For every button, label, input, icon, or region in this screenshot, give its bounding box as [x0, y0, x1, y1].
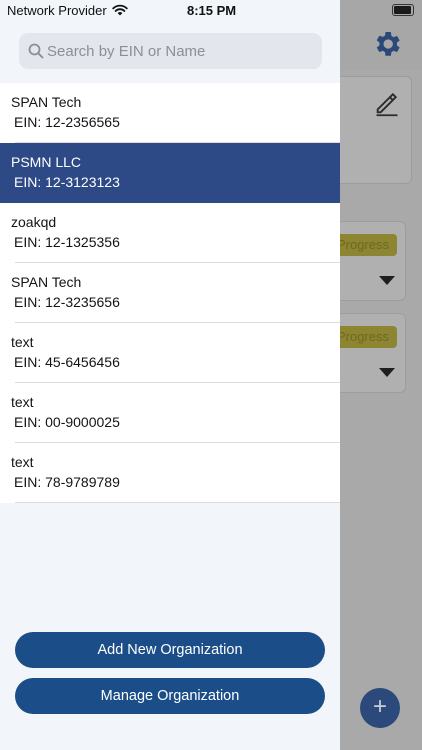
organization-name: zoakqd [11, 214, 57, 230]
organization-ein: EIN: 12-1325356 [14, 234, 120, 250]
divider [15, 502, 340, 503]
organization-ein: EIN: 12-3235656 [14, 294, 120, 310]
organization-ein: EIN: 12-2356565 [14, 114, 120, 130]
clock-time: 8:15 PM [187, 3, 237, 18]
organization-item[interactable]: SPAN Tech EIN: 12-2356565 [0, 83, 340, 143]
add-fab-button[interactable]: + [360, 688, 400, 728]
organization-name: PSMN LLC [11, 154, 82, 170]
organization-name: text [11, 454, 34, 470]
add-new-organization-button[interactable]: Add New Organization [15, 632, 325, 668]
organization-item[interactable]: text EIN: 78-9789789 [0, 443, 340, 503]
organization-item-selected[interactable]: PSMN LLC EIN: 12-3123123 [0, 143, 340, 203]
chevron-down-icon[interactable] [379, 276, 395, 285]
organization-item[interactable]: text EIN: 00-9000025 [0, 383, 340, 443]
organization-item[interactable]: text EIN: 45-6456456 [0, 323, 340, 383]
manage-organization-button[interactable]: Manage Organization [15, 678, 325, 714]
organization-name: SPAN Tech [11, 94, 82, 110]
chevron-down-icon[interactable] [379, 368, 395, 377]
battery-icon [392, 4, 414, 16]
organization-list: SPAN Tech EIN: 12-2356565 PSMN LLC EIN: … [0, 83, 340, 503]
search-bar[interactable] [19, 33, 322, 69]
settings-gear-icon[interactable] [371, 28, 403, 60]
search-input[interactable] [47, 33, 315, 69]
organization-item[interactable]: SPAN Tech EIN: 12-3235656 [0, 263, 340, 323]
organization-drawer: Network Provider 8:15 PM SPAN Tech EIN: … [0, 0, 340, 750]
search-icon [28, 43, 44, 59]
organization-ein: EIN: 45-6456456 [14, 354, 120, 370]
organization-item[interactable]: zoakqd EIN: 12-1325356 [0, 203, 340, 263]
organization-ein: EIN: 78-9789789 [14, 474, 120, 490]
organization-name: text [11, 334, 34, 350]
wifi-icon [112, 4, 128, 16]
carrier-label: Network Provider [7, 3, 107, 18]
organization-name: text [11, 394, 34, 410]
edit-pencil-icon[interactable] [373, 89, 401, 117]
organization-ein: EIN: 00-9000025 [14, 414, 120, 430]
organization-ein: EIN: 12-3123123 [14, 174, 120, 190]
organization-name: SPAN Tech [11, 274, 82, 290]
drawer-status-bar-area: Network Provider 8:15 PM [0, 0, 340, 24]
